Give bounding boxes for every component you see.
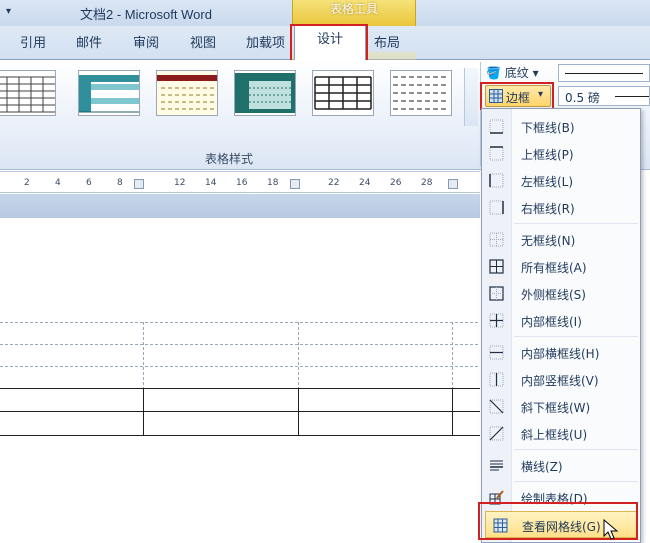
ruler-number: 18 [267, 178, 279, 188]
tab-review[interactable]: 审阅 [133, 32, 159, 51]
title-bar: ▾ 文档2 - Microsoft Word 表格工具 [0, 0, 650, 26]
ruler-column-marker[interactable] [290, 179, 300, 189]
menu-item-top-border[interactable]: 上框线(P) [482, 140, 642, 167]
table-style-red[interactable] [156, 70, 218, 116]
context-group-label: 表格工具 [329, 2, 378, 16]
menu-item-label: 下框线(B) [521, 121, 575, 135]
tab-design[interactable]: 设计 [294, 24, 366, 60]
horizontal-ruler[interactable]: 2 4 6 8 12 14 16 18 22 24 26 28 [0, 171, 480, 193]
menu-item-outside-borders[interactable]: 外侧框线(S) [482, 280, 642, 307]
all-borders-icon [489, 259, 504, 274]
inside-vertical-border-icon [489, 372, 504, 387]
menu-separator [514, 223, 638, 224]
menu-item-label: 左框线(L) [521, 175, 574, 189]
ruler-number: 16 [236, 178, 248, 188]
diagonal-down-border-icon [489, 399, 504, 414]
window-title: 文档2 - Microsoft Word [80, 7, 212, 22]
gallery-scrollbar[interactable] [464, 68, 478, 126]
horizontal-line-icon [490, 460, 503, 471]
line-weight-select[interactable]: 0.5 磅 [558, 86, 650, 106]
top-border-icon [489, 146, 504, 161]
menu-item-label: 内部框线(I) [521, 315, 582, 329]
borders-dropdown-menu: 下框线(B) 上框线(P) 左框线(L) 右框线(R) 无框线(N) 所有框线(… [481, 108, 641, 543]
menu-item-horizontal-line[interactable]: 横线(Z) [482, 452, 642, 479]
shading-button[interactable]: 🪣 底纹 ▾ [486, 64, 539, 81]
menu-item-label: 右框线(R) [521, 202, 575, 216]
tab-references[interactable]: 引用 [20, 32, 46, 51]
menu-separator [514, 481, 638, 482]
ruler-number: 6 [86, 178, 92, 188]
no-border-icon [489, 232, 504, 247]
table-styles-group-label: 表格样式 [205, 152, 254, 166]
table-style-grid[interactable] [0, 70, 56, 116]
menu-item-inside-borders[interactable]: 内部框线(I) [482, 307, 642, 334]
ruler-number: 24 [359, 178, 371, 188]
menu-item-diagonal-down-border[interactable]: 斜下框线(W) [482, 393, 642, 420]
ruler-column-marker[interactable] [448, 179, 458, 189]
outside-borders-icon [489, 286, 504, 301]
line-weight-preview [615, 96, 649, 97]
document-background [0, 194, 480, 218]
table-style-thick-grid[interactable] [312, 70, 374, 116]
ruler-number: 2 [24, 178, 30, 188]
menu-item-label: 斜下框线(W) [521, 401, 591, 415]
ruler-number: 14 [205, 178, 217, 188]
menu-item-label: 内部竖框线(V) [521, 374, 599, 388]
menu-item-label: 内部横框线(H) [521, 347, 600, 361]
quick-access-dropdown-icon[interactable]: ▾ [6, 6, 11, 17]
document-table[interactable] [0, 322, 480, 438]
menu-item-inside-vertical-border[interactable]: 内部竖框线(V) [482, 366, 642, 393]
ruler-number: 12 [174, 178, 186, 188]
menu-separator [514, 336, 638, 337]
ruler-number: 4 [55, 178, 61, 188]
shading-label: 底纹 [504, 66, 529, 80]
context-tab-group: 表格工具 [292, 0, 416, 26]
menu-item-bottom-border[interactable]: 下框线(B) [482, 113, 642, 140]
chevron-down-icon: ▾ [532, 66, 539, 80]
tab-layout[interactable]: 布局 [374, 32, 400, 51]
menu-separator [514, 449, 638, 450]
menu-item-label: 外侧框线(S) [521, 288, 586, 302]
menu-item-label: 所有框线(A) [521, 261, 587, 275]
tab-design-label: 设计 [316, 32, 343, 47]
menu-item-left-border[interactable]: 左框线(L) [482, 167, 642, 194]
line-style-preview [565, 73, 643, 74]
menu-item-right-border[interactable]: 右框线(R) [482, 194, 642, 221]
line-style-select[interactable] [558, 64, 650, 82]
menu-item-no-border[interactable]: 无框线(N) [482, 226, 642, 253]
menu-item-inside-horizontal-border[interactable]: 内部横框线(H) [482, 339, 642, 366]
menu-item-label: 斜上框线(U) [521, 428, 588, 442]
tab-addins[interactable]: 加载项 [246, 32, 285, 51]
diagonal-up-border-icon [489, 426, 504, 441]
right-border-icon [489, 200, 504, 215]
paint-bucket-icon: 🪣 [486, 66, 501, 80]
ruler-column-marker[interactable] [134, 179, 144, 189]
table-style-dashed[interactable] [390, 70, 452, 116]
mouse-cursor-icon [603, 519, 619, 540]
ruler-number: 28 [421, 178, 433, 188]
bottom-border-icon [489, 119, 504, 134]
menu-item-diagonal-up-border[interactable]: 斜上框线(U) [482, 420, 642, 447]
line-weight-value: 0.5 磅 [565, 91, 600, 105]
table-style-teal[interactable] [78, 70, 140, 116]
ruler-number: 26 [390, 178, 402, 188]
tab-view[interactable]: 视图 [190, 32, 216, 51]
inside-horizontal-border-icon [489, 345, 504, 360]
menu-item-label: 横线(Z) [521, 460, 563, 474]
menu-item-label: 上框线(P) [521, 148, 574, 162]
menu-item-all-borders[interactable]: 所有框线(A) [482, 253, 642, 280]
ruler-number: 22 [328, 178, 340, 188]
table-style-dark-teal[interactable] [234, 70, 296, 116]
tab-mailings[interactable]: 邮件 [76, 32, 102, 51]
menu-item-label: 无框线(N) [521, 234, 576, 248]
left-border-icon [489, 173, 504, 188]
inside-borders-icon [489, 313, 504, 328]
borders-button-highlight [480, 82, 554, 110]
ruler-number: 8 [117, 178, 123, 188]
